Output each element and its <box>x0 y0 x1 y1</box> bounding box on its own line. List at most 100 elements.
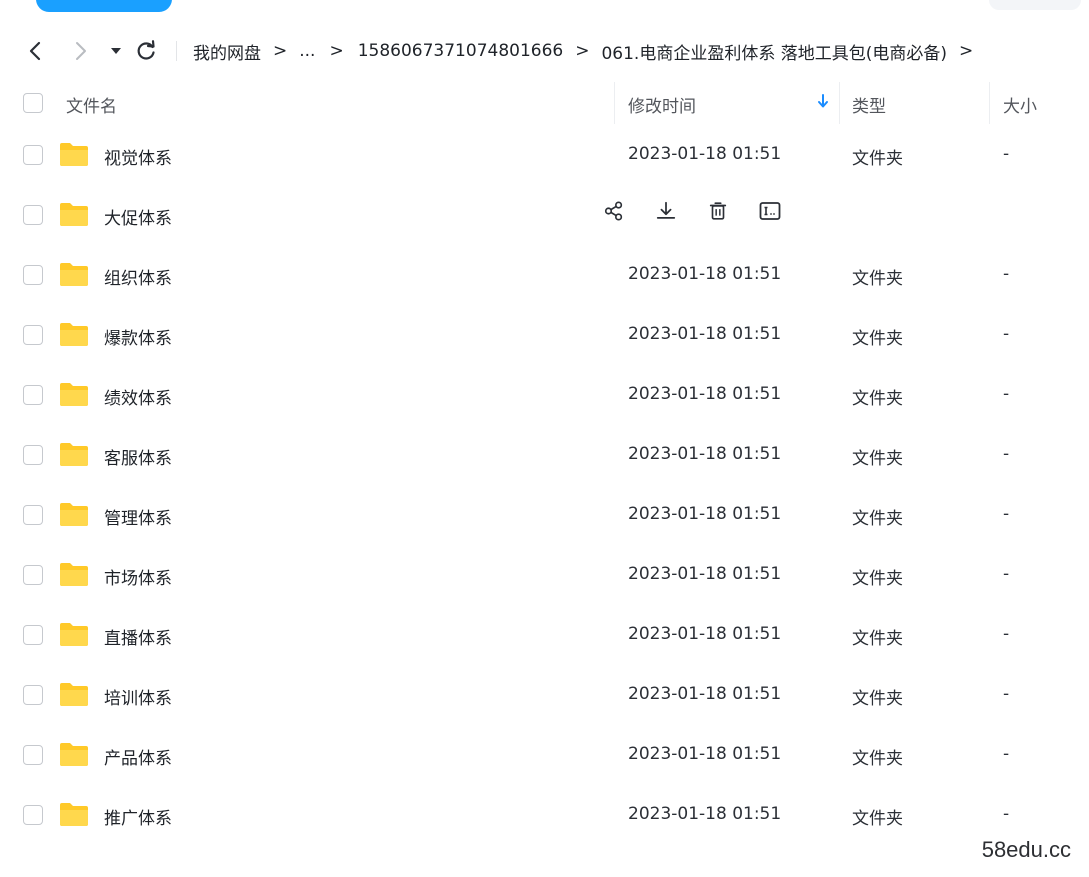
file-name[interactable]: 视觉体系 <box>104 144 172 169</box>
modified-time: 2023-01-18 01:51 <box>628 324 782 344</box>
table-row[interactable]: 客服体系 2023-01-18 01:51 文件夹 - <box>0 431 1089 491</box>
file-name[interactable]: 培训体系 <box>104 684 172 709</box>
triangle-down-icon <box>111 48 121 54</box>
file-size: - <box>1003 564 1010 584</box>
column-divider <box>839 82 840 124</box>
divider <box>176 41 177 61</box>
file-name[interactable]: 大促体系 <box>104 204 172 229</box>
row-checkbox[interactable] <box>23 265 43 285</box>
file-type: 文件夹 <box>852 629 903 649</box>
modified-time: 2023-01-18 01:51 <box>628 444 782 464</box>
table-row[interactable]: 市场体系 2023-01-18 01:51 文件夹 - <box>0 551 1089 611</box>
modified-time: 2023-01-18 01:51 <box>628 624 782 644</box>
back-button[interactable] <box>22 38 48 64</box>
table-row[interactable]: 产品体系 2023-01-18 01:51 文件夹 - <box>0 731 1089 791</box>
file-size: - <box>1003 444 1010 464</box>
column-header-type[interactable]: 类型 <box>852 92 886 117</box>
row-checkbox[interactable] <box>23 565 43 585</box>
table-row[interactable]: 培训体系 2023-01-18 01:51 文件夹 - <box>0 671 1089 731</box>
file-name[interactable]: 管理体系 <box>104 504 172 529</box>
breadcrumb-separator: > <box>575 41 590 61</box>
file-list-header: 文件名 修改时间 类型 大小 <box>0 82 1089 124</box>
upload-button[interactable] <box>36 0 172 12</box>
modified-time: 2023-01-18 01:51 <box>628 384 782 404</box>
file-name[interactable]: 绩效体系 <box>104 384 172 409</box>
folder-icon <box>58 201 90 227</box>
table-row[interactable]: 组织体系 2023-01-18 01:51 文件夹 - <box>0 251 1089 311</box>
download-icon <box>655 200 677 222</box>
file-type: 文件夹 <box>852 389 903 409</box>
row-checkbox[interactable] <box>23 745 43 765</box>
file-name[interactable]: 市场体系 <box>104 564 172 589</box>
folder-icon <box>58 141 90 167</box>
rename-icon <box>758 199 782 223</box>
modified-time: 2023-01-18 01:51 <box>628 504 782 524</box>
row-checkbox[interactable] <box>23 505 43 525</box>
folder-icon <box>58 381 90 407</box>
folder-icon <box>58 261 90 287</box>
file-name[interactable]: 组织体系 <box>104 264 172 289</box>
column-header-modified[interactable]: 修改时间 <box>628 92 696 117</box>
chevron-left-icon <box>29 41 41 61</box>
table-row[interactable]: 管理体系 2023-01-18 01:51 文件夹 - <box>0 491 1089 551</box>
search-box[interactable] <box>989 0 1081 10</box>
refresh-button[interactable] <box>133 38 159 64</box>
folder-icon <box>58 801 90 827</box>
folder-icon <box>58 441 90 467</box>
share-button[interactable] <box>600 197 628 225</box>
file-name[interactable]: 爆款体系 <box>104 324 172 349</box>
download-button[interactable] <box>652 197 680 225</box>
table-row[interactable]: 推广体系 2023-01-18 01:51 文件夹 - <box>0 791 1089 851</box>
breadcrumb-separator: > <box>273 41 288 61</box>
file-name[interactable]: 客服体系 <box>104 444 172 469</box>
column-divider <box>614 82 615 124</box>
file-name[interactable]: 产品体系 <box>104 744 172 769</box>
column-header-size[interactable]: 大小 <box>1003 92 1037 117</box>
breadcrumb-item-ellipsis[interactable]: ... <box>299 41 315 61</box>
modified-time: 2023-01-18 01:51 <box>628 144 782 164</box>
file-size: - <box>1003 744 1010 764</box>
folder-icon <box>58 561 90 587</box>
table-row[interactable]: 视觉体系 2023-01-18 01:51 文件夹 - <box>0 131 1089 191</box>
table-row[interactable]: 绩效体系 2023-01-18 01:51 文件夹 - <box>0 371 1089 431</box>
folder-icon <box>58 681 90 707</box>
breadcrumb-separator: > <box>959 41 974 61</box>
folder-icon <box>58 741 90 767</box>
select-all-checkbox[interactable] <box>23 93 43 113</box>
modified-time: 2023-01-18 01:51 <box>628 804 782 824</box>
row-checkbox[interactable] <box>23 145 43 165</box>
row-checkbox[interactable] <box>23 205 43 225</box>
file-name[interactable]: 推广体系 <box>104 804 172 829</box>
file-type: 文件夹 <box>852 689 903 709</box>
file-size: - <box>1003 684 1010 704</box>
table-row[interactable]: 直播体系 2023-01-18 01:51 文件夹 - <box>0 611 1089 671</box>
rename-button[interactable] <box>756 197 784 225</box>
row-checkbox[interactable] <box>23 625 43 645</box>
file-type: 文件夹 <box>852 809 903 829</box>
row-actions <box>600 197 784 225</box>
column-header-name[interactable]: 文件名 <box>66 92 117 117</box>
file-name[interactable]: 直播体系 <box>104 624 172 649</box>
forward-button[interactable] <box>68 38 94 64</box>
file-type: 文件夹 <box>852 509 903 529</box>
file-type: 文件夹 <box>852 449 903 469</box>
row-checkbox[interactable] <box>23 805 43 825</box>
row-checkbox[interactable] <box>23 445 43 465</box>
file-size: - <box>1003 144 1010 164</box>
history-dropdown[interactable] <box>103 38 129 64</box>
table-row[interactable]: 大促体系 <box>0 191 1089 251</box>
table-row[interactable]: 爆款体系 2023-01-18 01:51 文件夹 - <box>0 311 1089 371</box>
breadcrumb: 我的网盘 > ... > 1586067371074801666 > 061.电… <box>193 38 985 64</box>
row-checkbox[interactable] <box>23 325 43 345</box>
breadcrumb-item-folder-id[interactable]: 1586067371074801666 <box>358 41 564 61</box>
file-size: - <box>1003 504 1010 524</box>
delete-button[interactable] <box>704 197 732 225</box>
sort-button[interactable] <box>817 93 829 114</box>
file-type: 文件夹 <box>852 329 903 349</box>
breadcrumb-item-current[interactable]: 061.电商企业盈利体系 落地工具包(电商必备) <box>601 39 947 64</box>
row-checkbox[interactable] <box>23 385 43 405</box>
folder-icon <box>58 621 90 647</box>
breadcrumb-item-root[interactable]: 我的网盘 <box>193 39 261 64</box>
row-checkbox[interactable] <box>23 685 43 705</box>
folder-icon <box>58 501 90 527</box>
